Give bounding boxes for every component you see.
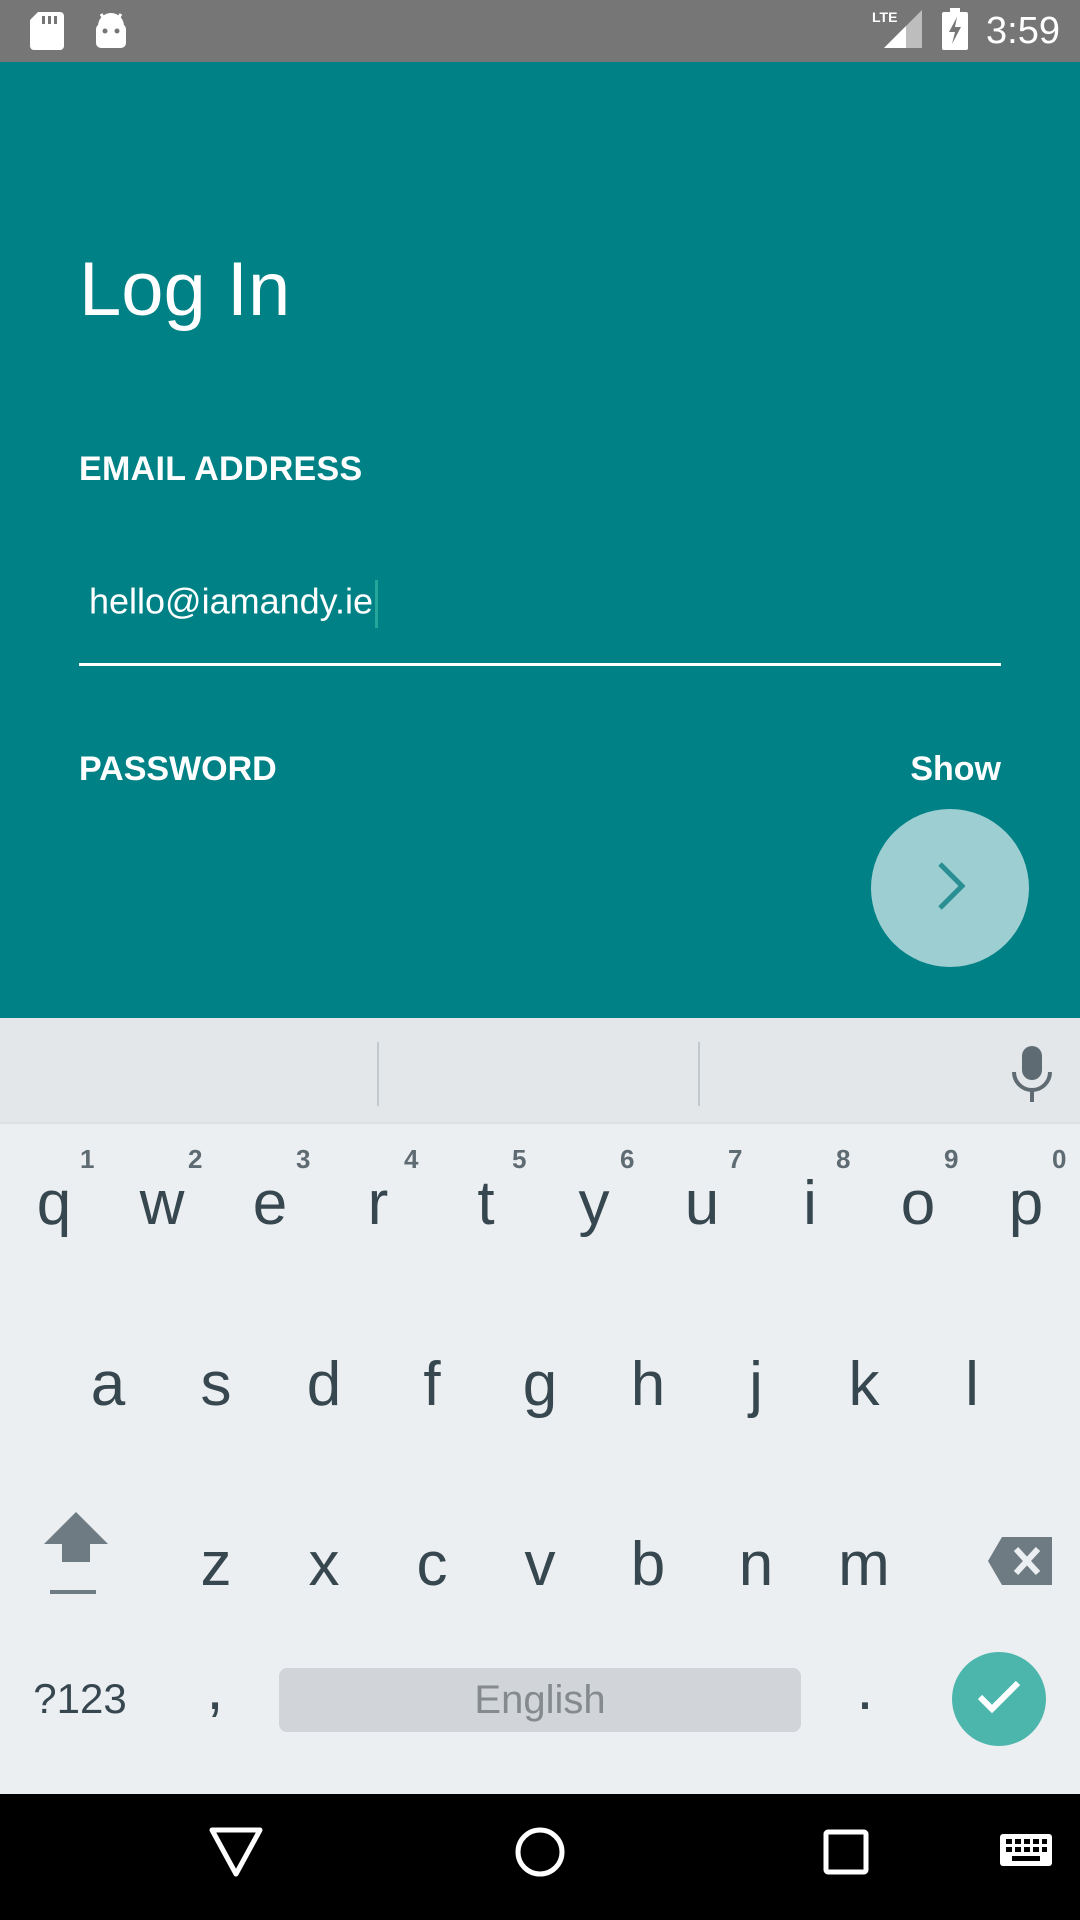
key-k[interactable]: k [818,1314,910,1454]
period-key[interactable]: . [820,1638,910,1738]
navigation-bar [0,1794,1080,1920]
key-hint-2: 2 [188,1144,203,1174]
key-hint-1: 1 [80,1144,95,1174]
key-s[interactable]: s [170,1314,262,1454]
key-c[interactable]: c [386,1494,478,1634]
android-icon [94,12,128,55]
key-f[interactable]: f [386,1314,478,1454]
suggestion-divider [698,1042,700,1106]
shift-key[interactable] [20,1494,132,1634]
checkmark-icon [976,1679,1022,1720]
key-x[interactable]: x [278,1494,370,1634]
chevron-right-icon [930,858,970,919]
backspace-key[interactable] [960,1494,1080,1634]
key-hint-8: 8 [836,1144,851,1174]
page-title: Log In [79,247,291,332]
text-cursor [375,580,379,628]
symbols-key[interactable]: ?123 [20,1652,140,1746]
back-triangle-icon[interactable] [208,1822,264,1887]
done-key[interactable] [952,1652,1046,1746]
email-field-underline [79,663,1001,666]
key-h[interactable]: h [602,1314,694,1454]
status-bar: LTE 3:59 [0,0,1080,62]
backspace-icon [988,1529,1052,1600]
login-screen: Log In EMAIL ADDRESS hello@iamandy.ie PA… [0,62,1080,1018]
key-m[interactable]: m [818,1494,910,1634]
battery-charging-icon [942,7,969,55]
shift-icon [44,1511,108,1617]
next-button[interactable] [871,809,1029,967]
key-hint-3: 3 [296,1144,311,1174]
space-bar[interactable]: English [279,1668,801,1732]
key-hint-4: 4 [404,1144,419,1174]
lte-signal-icon: LTE [872,8,924,55]
soft-keyboard: ?123 , English . q1w2e3r4t5y6u7i8o9p0asd… [0,1018,1080,1794]
password-label: PASSWORD [79,750,277,788]
show-password-button[interactable]: Show [910,750,1001,789]
key-d[interactable]: d [278,1314,370,1454]
lte-text: LTE [872,9,897,25]
microphone-icon[interactable] [1010,1046,1054,1107]
key-v[interactable]: v [494,1494,586,1634]
key-hint-6: 6 [620,1144,635,1174]
sd-card-icon [30,12,64,55]
key-hint-7: 7 [728,1144,743,1174]
home-circle-icon[interactable] [512,1822,568,1887]
key-hint-9: 9 [944,1144,959,1174]
key-a[interactable]: a [62,1314,154,1454]
suggestion-strip [0,1018,1080,1124]
keyboard-switch-icon[interactable] [998,1832,1054,1877]
key-b[interactable]: b [602,1494,694,1634]
key-j[interactable]: j [710,1314,802,1454]
key-g[interactable]: g [494,1314,586,1454]
key-hint-5: 5 [512,1144,527,1174]
comma-key[interactable]: , [170,1638,260,1738]
clock-time: 3:59 [986,9,1060,52]
key-z[interactable]: z [170,1494,262,1634]
email-field[interactable]: hello@iamandy.ie [89,580,379,628]
email-label: EMAIL ADDRESS [79,450,363,488]
recents-square-icon[interactable] [818,1822,874,1887]
key-n[interactable]: n [710,1494,802,1634]
email-value: hello@iamandy.ie [89,580,374,622]
key-l[interactable]: l [926,1314,1018,1454]
key-hint-0: 0 [1052,1144,1067,1174]
suggestion-divider [377,1042,379,1106]
